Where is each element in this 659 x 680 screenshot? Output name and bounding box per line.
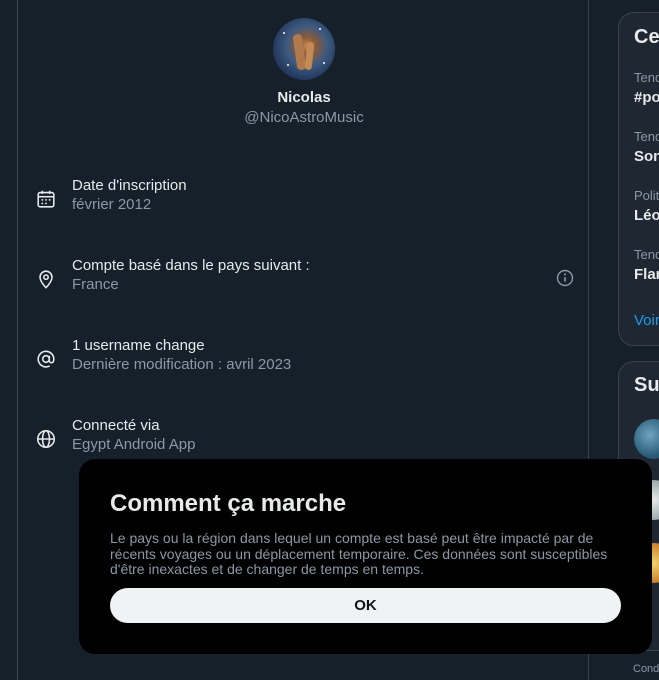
suggestion-avatar[interactable] bbox=[634, 419, 659, 459]
globe-icon bbox=[36, 429, 56, 449]
row-subtitle: février 2012 bbox=[72, 196, 152, 213]
calendar-icon bbox=[37, 190, 55, 208]
username-change-row: 1 username change Dernière modification … bbox=[18, 337, 590, 381]
info-icon[interactable] bbox=[555, 268, 575, 288]
row-title: 1 username change bbox=[72, 337, 205, 354]
row-title: Connecté via bbox=[72, 417, 160, 434]
row-title: Compte basé dans le pays suivant : bbox=[72, 257, 310, 274]
avatar-pillar bbox=[304, 41, 315, 71]
trend-name[interactable]: Léo bbox=[634, 207, 659, 224]
avatar-star bbox=[283, 32, 285, 34]
row-subtitle: Dernière modification : avril 2023 bbox=[72, 356, 292, 373]
avatar[interactable] bbox=[273, 18, 335, 80]
trends-header: Ce bbox=[634, 26, 659, 48]
suggestions-header: Su bbox=[634, 374, 659, 396]
dialog-title: Comment ça marche bbox=[110, 490, 347, 517]
avatar-star bbox=[287, 64, 289, 66]
avatar-star bbox=[319, 28, 321, 30]
connected-via-row: Connecté via Egypt Android App bbox=[18, 417, 590, 461]
at-sign-icon bbox=[37, 350, 55, 368]
trend-name[interactable]: #po bbox=[634, 89, 659, 106]
trend-category: Tend bbox=[634, 70, 659, 85]
ok-button[interactable]: OK bbox=[110, 588, 621, 623]
row-title: Date d'inscription bbox=[72, 177, 187, 194]
avatar-star bbox=[323, 62, 325, 64]
dialog-body: Le pays ou la région dans lequel un comp… bbox=[110, 530, 608, 577]
trend-category: Polit bbox=[634, 188, 659, 203]
footer-link[interactable]: Cond bbox=[633, 663, 659, 675]
trends-show-more-link[interactable]: Voir bbox=[634, 312, 659, 329]
location-pin-icon bbox=[39, 270, 53, 289]
row-subtitle: France bbox=[72, 276, 119, 293]
joined-date-row: Date d'inscription février 2012 bbox=[18, 177, 590, 221]
trend-name[interactable]: Son bbox=[634, 148, 659, 165]
profile-name: Nicolas bbox=[277, 89, 331, 106]
trend-name[interactable]: Flar bbox=[634, 266, 659, 283]
account-country-row: Compte basé dans le pays suivant : Franc… bbox=[18, 257, 590, 301]
row-subtitle: Egypt Android App bbox=[72, 436, 196, 453]
how-it-works-dialog: Comment ça marche Le pays ou la région d… bbox=[79, 459, 652, 654]
trend-category: Tend bbox=[634, 247, 659, 262]
profile-handle[interactable]: @NicoAstroMusic bbox=[18, 109, 590, 126]
trend-category: Tend bbox=[634, 129, 659, 144]
trends-panel: Ce Tend #po Tend Son Polit Léo Tend Flar… bbox=[618, 12, 659, 346]
